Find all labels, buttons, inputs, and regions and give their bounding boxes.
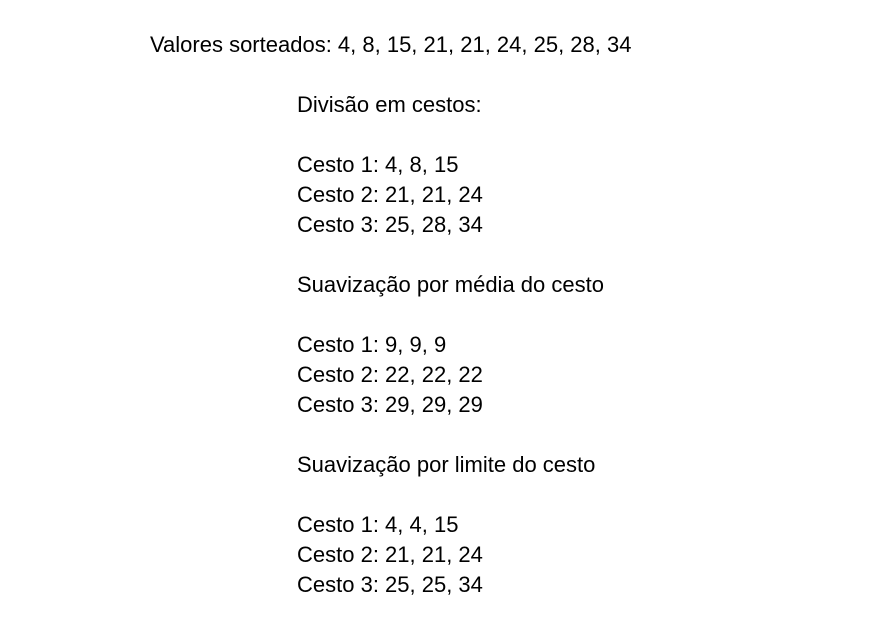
division-bin-2: Cesto 2: 21, 21, 24 [297, 182, 483, 207]
boundary-smoothing-title: Suavização por limite do cesto [297, 452, 596, 477]
mean-smoothing-title: Suavização por média do cesto [297, 272, 604, 297]
boundary-bin-1: Cesto 1: 4, 4, 15 [297, 512, 459, 537]
division-title: Divisão em cestos: [297, 92, 482, 117]
division-bin-3: Cesto 3: 25, 28, 34 [297, 212, 483, 237]
boundary-bin-2: Cesto 2: 21, 21, 24 [297, 542, 483, 567]
boundary-bin-3: Cesto 3: 25, 25, 34 [297, 572, 483, 597]
division-bin-1: Cesto 1: 4, 8, 15 [297, 152, 459, 177]
mean-bin-1: Cesto 1: 9, 9, 9 [297, 332, 447, 357]
bins-block: Divisão em cestos: Cesto 1: 4, 8, 15 Ces… [297, 90, 604, 600]
mean-bin-2: Cesto 2: 22, 22, 22 [297, 362, 483, 387]
sorted-values-line: Valores sorteados: 4, 8, 15, 21, 21, 24,… [150, 32, 632, 57]
mean-bin-3: Cesto 3: 29, 29, 29 [297, 392, 483, 417]
